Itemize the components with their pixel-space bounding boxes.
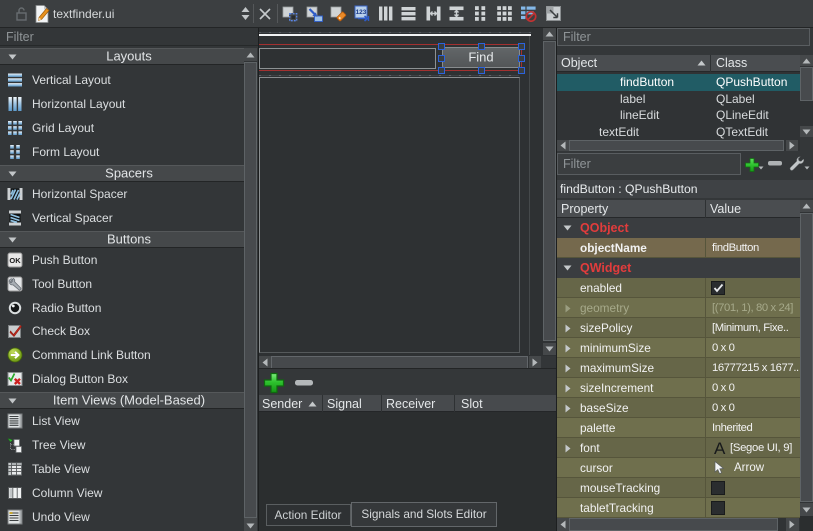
svg-text:123: 123 <box>356 9 367 16</box>
svg-text:OK: OK <box>9 256 21 265</box>
